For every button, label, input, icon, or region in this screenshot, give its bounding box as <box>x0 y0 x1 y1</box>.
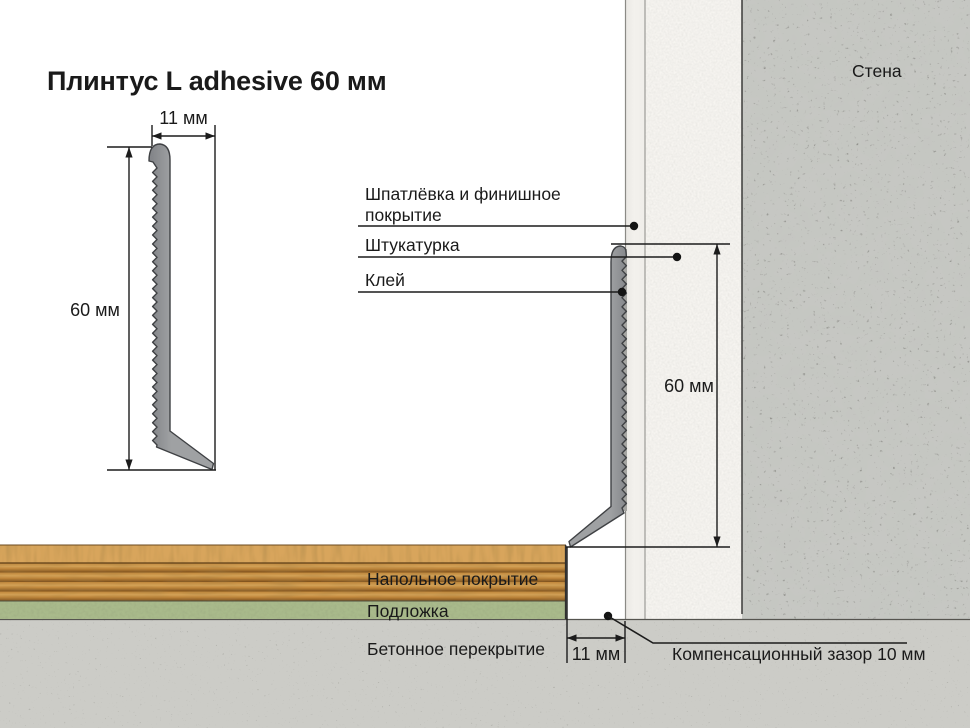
underlay-label: Подложка <box>367 601 449 621</box>
underlay-layer <box>0 601 566 619</box>
leader-dot-plaster <box>673 253 681 261</box>
profile-height-label: 60 мм <box>70 300 120 320</box>
callout-putty-line1: Шпатлёвка и финишное <box>365 184 561 204</box>
callout-glue-label: Клей <box>365 270 405 290</box>
floor-covering-label: Напольное покрытие <box>367 569 538 589</box>
section-depth-label: 11 мм <box>572 644 620 664</box>
callout-putty-line2: покрытие <box>365 205 442 225</box>
leader-dot-glue <box>618 288 626 296</box>
slab-label: Бетонное перекрытие <box>367 639 545 659</box>
section-height-label: 60 мм <box>664 376 714 396</box>
concrete-wall <box>742 0 970 620</box>
page-title: Плинтус L adhesive 60 мм <box>47 66 386 96</box>
wall-assembly <box>625 0 970 620</box>
skirting-installation-diagram: 11 мм 60 мм 60 мм 11 мм Шпатлё <box>0 0 970 728</box>
floor-slab <box>0 619 970 728</box>
leader-dot-putty <box>630 222 638 230</box>
callout-gap-label: Компенсационный зазор 10 мм <box>672 644 926 664</box>
concrete-slab <box>0 619 970 728</box>
finish-coat-layer <box>625 0 645 620</box>
plaster-layer <box>645 0 742 620</box>
floor-covering-top-face <box>0 545 566 563</box>
wall-label: Стена <box>852 61 902 81</box>
callout-plaster-label: Штукатурка <box>365 235 460 255</box>
profile-width-label: 11 мм <box>159 108 207 128</box>
